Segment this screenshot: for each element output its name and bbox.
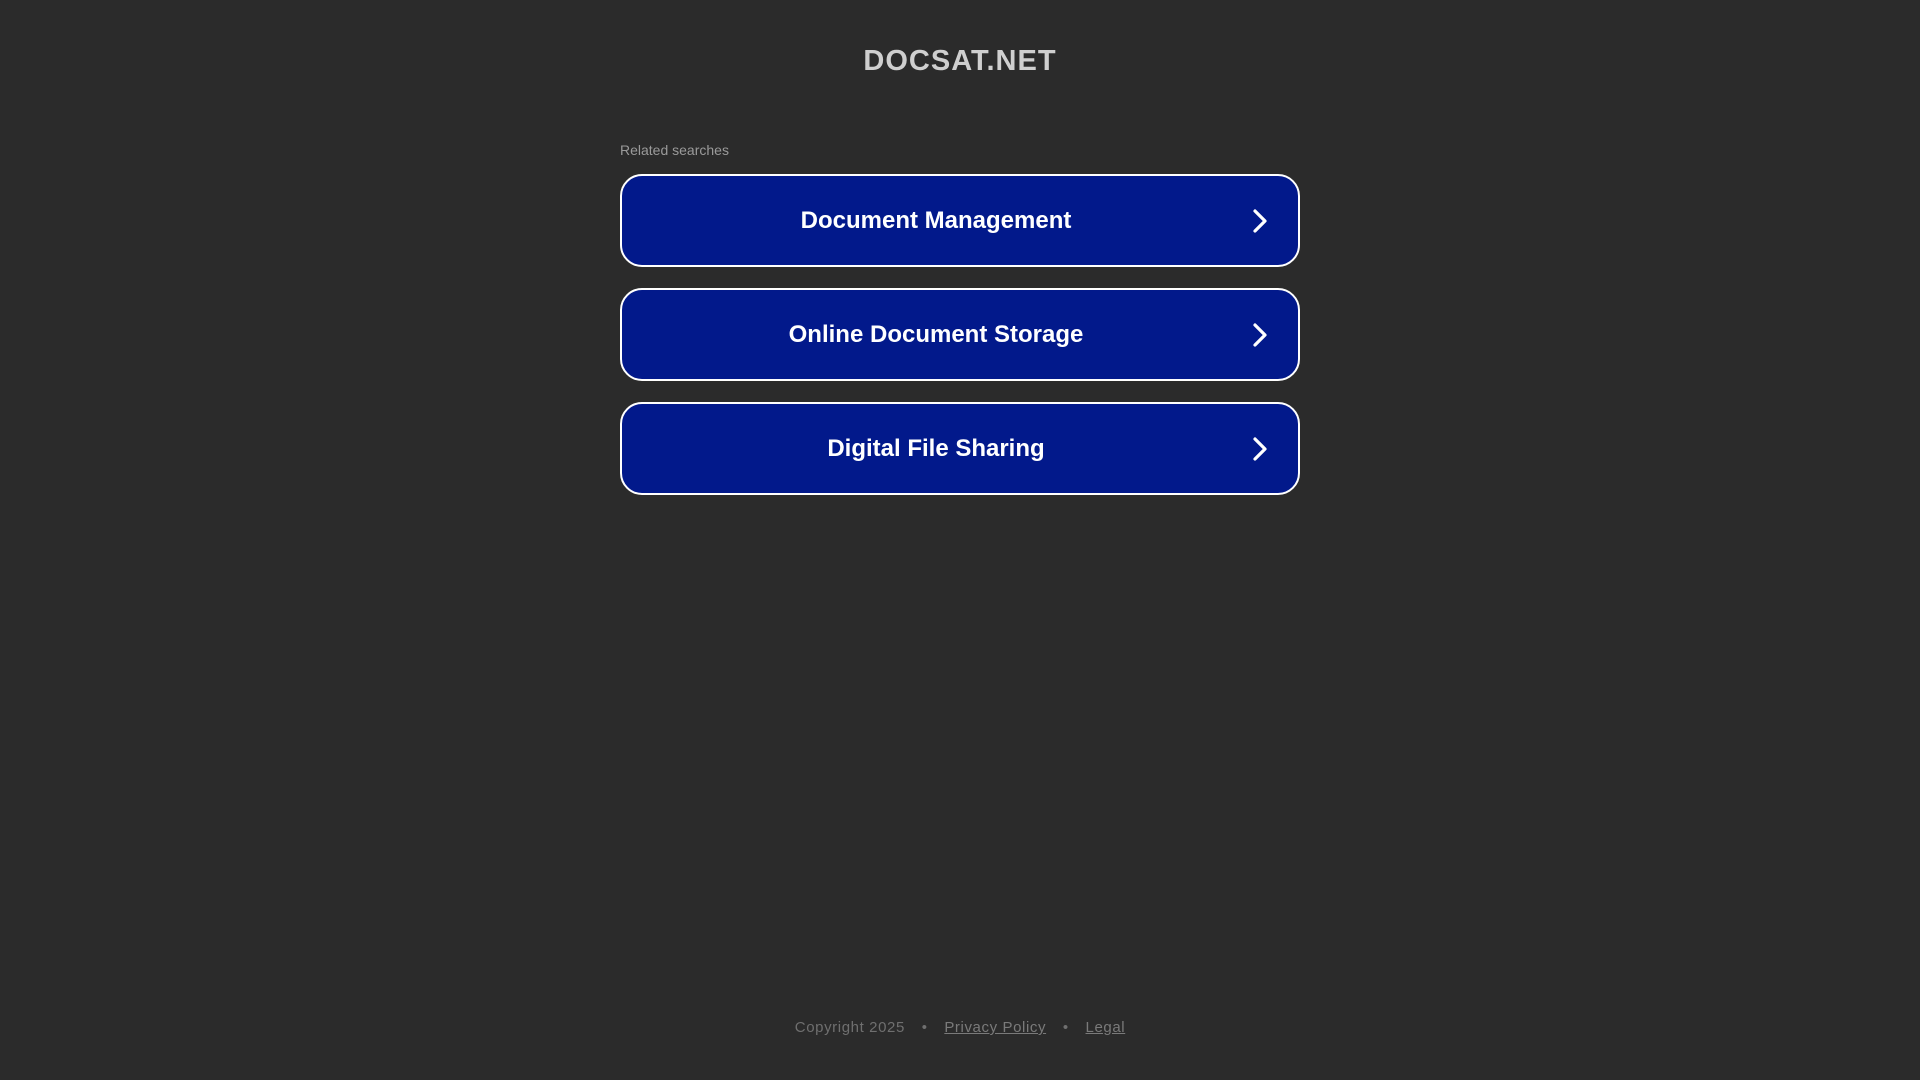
- related-searches: Related searches Document Management Onl…: [620, 142, 1300, 516]
- related-search-document-management[interactable]: Document Management: [620, 174, 1300, 267]
- related-search-label: Digital File Sharing: [827, 434, 1045, 462]
- footer-separator: •: [921, 1019, 928, 1036]
- privacy-policy-link[interactable]: Privacy Policy: [944, 1019, 1046, 1036]
- chevron-right-icon: [1250, 207, 1270, 235]
- parked-domain-page: DOCSAT.NET Related searches Document Man…: [0, 0, 1920, 1080]
- related-search-label: Document Management: [800, 206, 1072, 234]
- site-title: DOCSAT.NET: [863, 45, 1057, 77]
- chevron-right-icon: [1250, 435, 1270, 463]
- related-search-label: Online Document Storage: [788, 320, 1084, 348]
- related-search-digital-file-sharing[interactable]: Digital File Sharing: [620, 402, 1300, 495]
- chevron-right-icon: [1250, 321, 1270, 349]
- legal-link[interactable]: Legal: [1086, 1019, 1126, 1036]
- footer-separator: •: [1062, 1019, 1069, 1036]
- footer: Copyright 2025 • Privacy Policy • Legal: [0, 1018, 1920, 1038]
- related-search-online-document-storage[interactable]: Online Document Storage: [620, 288, 1300, 381]
- related-searches-label: Related searches: [620, 142, 729, 158]
- copyright-text: Copyright 2025: [794, 1019, 905, 1036]
